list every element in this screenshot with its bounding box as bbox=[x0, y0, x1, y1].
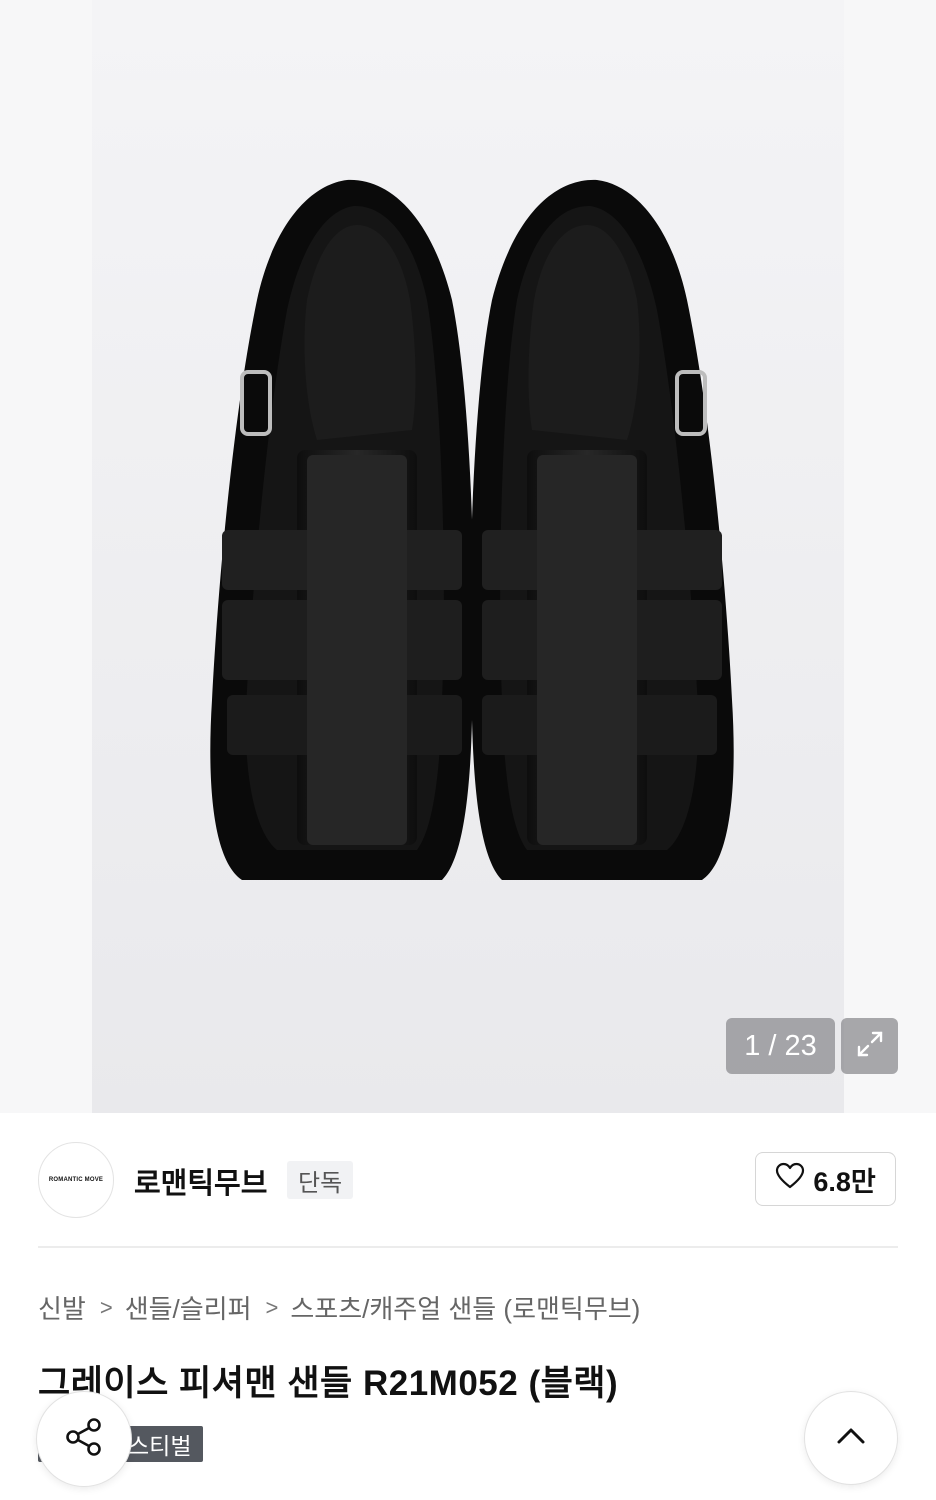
image-counter: 1 / 23 bbox=[726, 1018, 835, 1074]
scroll-top-button[interactable] bbox=[804, 1391, 898, 1485]
brand-logo[interactable]: ROMANTIC MOVE bbox=[38, 1142, 114, 1218]
breadcrumb-item-sport-casual[interactable]: 스포츠/캐주얼 샌들 (로맨틱무브) bbox=[290, 1289, 640, 1326]
brand-name[interactable]: 로맨틱무브 bbox=[134, 1160, 267, 1202]
breadcrumb-item-sandals[interactable]: 샌들/슬리퍼 bbox=[125, 1289, 252, 1326]
festival-tag-label: 스티벌 bbox=[128, 1433, 192, 1459]
gallery-margin-left bbox=[0, 0, 92, 1113]
heart-icon bbox=[775, 1162, 805, 1197]
brand-row: ROMANTIC MOVE 로맨틱무브 단독 6.8만 bbox=[38, 1142, 898, 1218]
share-icon bbox=[61, 1414, 107, 1465]
divider bbox=[38, 1246, 898, 1248]
product-image-gallery[interactable]: 1 / 23 bbox=[0, 0, 936, 1113]
breadcrumb-separator: > bbox=[265, 1294, 279, 1320]
like-count: 6.8만 bbox=[813, 1166, 876, 1197]
product-title: 그레이스 피셔맨 샌들 R21M052 (블랙) bbox=[38, 1364, 619, 1403]
share-button[interactable] bbox=[36, 1391, 132, 1487]
expand-button[interactable] bbox=[841, 1018, 898, 1074]
breadcrumb-separator: > bbox=[99, 1294, 113, 1320]
brand-logo-text: ROMANTIC MOVE bbox=[48, 1177, 104, 1183]
sandals-image bbox=[210, 179, 734, 880]
exclusive-badge: 단독 bbox=[287, 1161, 354, 1199]
gallery-margin-right bbox=[844, 0, 936, 1113]
like-button[interactable]: 6.8만 bbox=[755, 1152, 896, 1206]
expand-icon bbox=[853, 1027, 887, 1066]
breadcrumb: 신발 > 샌들/슬리퍼 > 스포츠/캐주얼 샌들 (로맨틱무브) bbox=[38, 1289, 640, 1326]
breadcrumb-item-shoes[interactable]: 신발 bbox=[38, 1289, 86, 1326]
chevron-up-icon bbox=[833, 1418, 869, 1459]
